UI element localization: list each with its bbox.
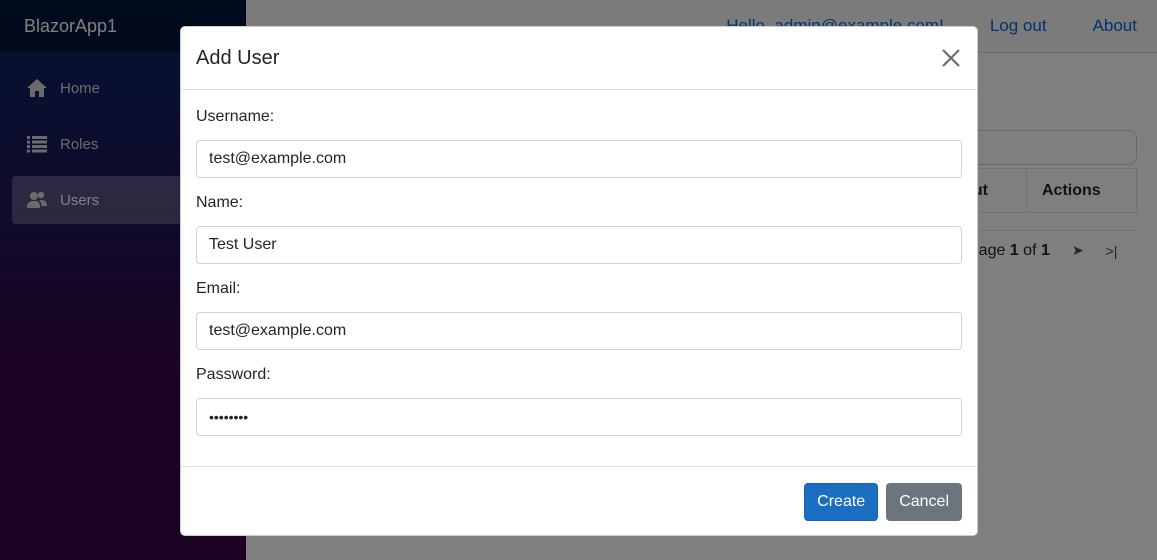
add-user-modal: Add User Username: Name: Email: Password… [180, 26, 978, 536]
password-group: Password: [196, 364, 962, 436]
name-label: Name: [196, 194, 244, 211]
modal-body: Username: Name: Email: Password: [181, 90, 977, 466]
name-input[interactable] [196, 226, 962, 264]
email-group: Email: [196, 278, 962, 350]
close-icon[interactable] [940, 47, 962, 69]
username-label: Username: [196, 108, 275, 125]
modal-footer: Create Cancel [181, 466, 977, 536]
password-label: Password: [196, 366, 271, 383]
create-button[interactable]: Create [804, 482, 879, 521]
cancel-button[interactable]: Cancel [886, 482, 962, 521]
modal-header: Add User [181, 27, 977, 90]
name-group: Name: [196, 192, 962, 264]
email-input[interactable] [196, 312, 962, 350]
username-input[interactable] [196, 140, 962, 178]
username-group: Username: [196, 106, 962, 178]
email-label: Email: [196, 280, 241, 297]
modal-title: Add User [196, 46, 280, 69]
password-input[interactable] [196, 398, 962, 436]
